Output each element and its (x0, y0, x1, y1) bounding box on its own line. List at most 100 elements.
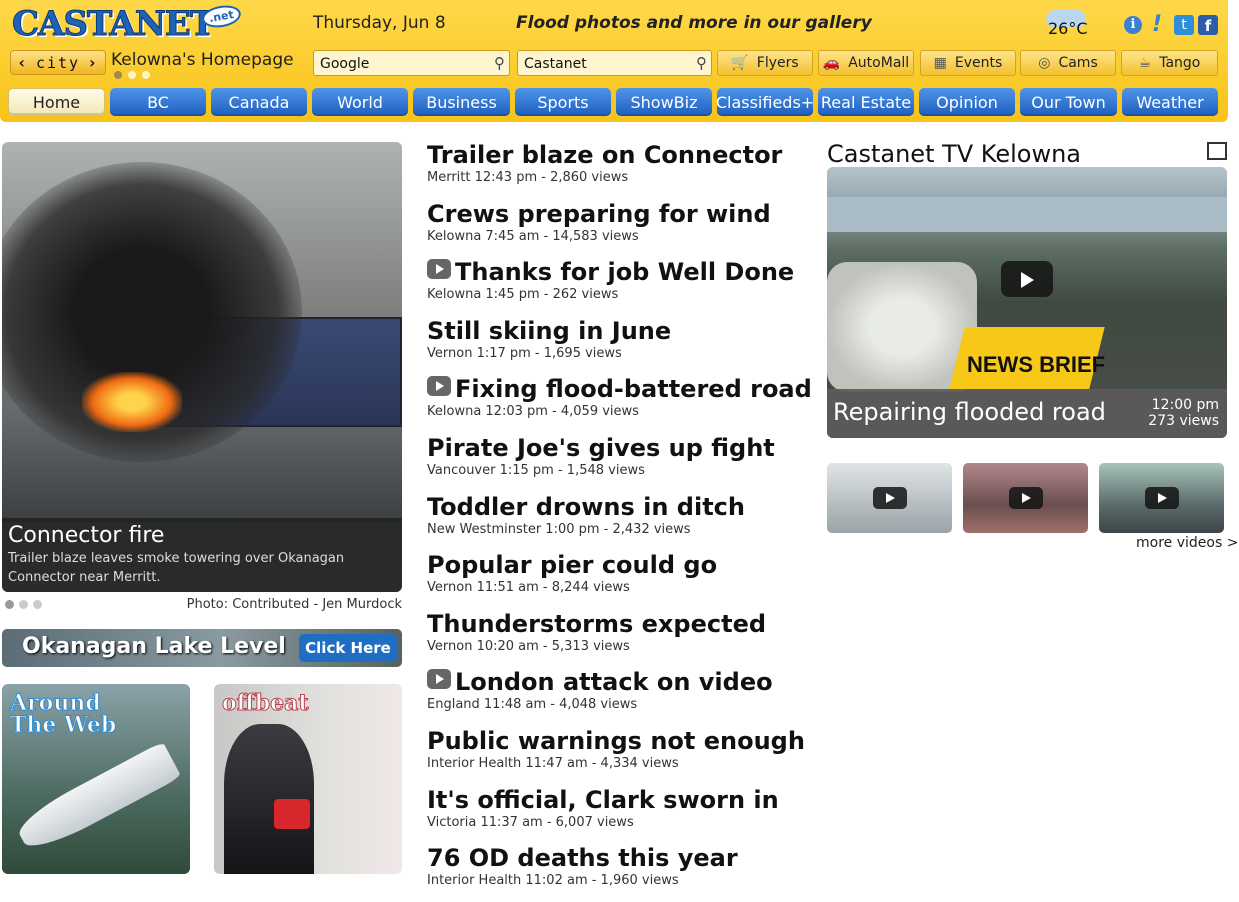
google-search-input[interactable]: Google ⚲ (313, 50, 510, 76)
headline-meta: Merritt 12:43 pm - 2,860 views (427, 170, 629, 185)
headline-item[interactable]: Trailer blaze on Connector Merritt 12:43 … (427, 140, 807, 199)
nav-real-estate[interactable]: Real Estate (818, 88, 914, 116)
headline-title[interactable]: It's official, Clark sworn in (427, 785, 807, 815)
nav-weather[interactable]: Weather (1122, 88, 1218, 116)
cams-button[interactable]: ◎ Cams (1020, 50, 1116, 76)
around-the-web-tile[interactable]: Around The Web (2, 684, 190, 874)
nav-canada[interactable]: Canada (211, 88, 307, 116)
play-icon[interactable] (1009, 487, 1043, 509)
nav-bc[interactable]: BC (110, 88, 206, 116)
headline-title[interactable]: Popular pier could go (427, 550, 807, 580)
nav-showbiz[interactable]: ShowBiz (616, 88, 712, 116)
headline-text: It's official, Clark sworn in (427, 785, 779, 814)
automall-button[interactable]: 🚗 AutoMall (818, 50, 914, 76)
chevron-right-icon[interactable]: › (87, 53, 99, 72)
pager-dot[interactable] (128, 71, 136, 79)
video-icon (427, 376, 451, 397)
video-icon (427, 259, 451, 280)
flyers-button[interactable]: 🛒 Flyers (717, 50, 813, 76)
pager-dot[interactable] (33, 600, 42, 609)
lake-level-banner[interactable]: Okanagan Lake Level Click Here (2, 629, 402, 667)
headline-item[interactable]: Crews preparing for wind Kelowna 7:45 am … (427, 199, 807, 258)
nav-world[interactable]: World (312, 88, 408, 116)
headline-title[interactable]: Crews preparing for wind (427, 199, 807, 229)
city-selector[interactable]: ‹ city › (10, 50, 106, 75)
headline-title[interactable]: Pirate Joe's gives up fight (427, 433, 807, 463)
automall-label: AutoMall (848, 55, 910, 71)
alert-icon[interactable]: ! (1152, 12, 1162, 37)
headline-meta: Interior Health 11:47 am - 4,334 views (427, 755, 679, 771)
play-icon[interactable] (873, 487, 907, 509)
headline-item[interactable]: Thunderstorms expected Vernon 10:20 am - … (427, 609, 807, 668)
headline-item[interactable]: Public warnings not enough Interior Healt… (427, 726, 807, 785)
headline-meta: New Westminster 1:00 pm - 2,432 views (427, 521, 691, 537)
headline-item[interactable]: Fixing flood-battered road Kelowna 12:03 … (427, 374, 812, 433)
hero-title[interactable]: Connector fire (8, 523, 396, 549)
city-pager[interactable] (114, 71, 150, 79)
play-icon[interactable] (1001, 261, 1053, 297)
pager-dot[interactable] (5, 600, 14, 609)
headline-item[interactable]: It's official, Clark sworn in Victoria 11… (427, 785, 807, 844)
car-icon: 🚗 (822, 55, 841, 71)
pager-dot[interactable] (19, 600, 28, 609)
expand-icon[interactable] (1207, 142, 1227, 160)
headline-title[interactable]: Thunderstorms expected (427, 609, 807, 639)
headline-item[interactable]: London attack on video England 11:48 am -… (427, 667, 807, 726)
chevron-left-icon[interactable]: ‹ (17, 53, 29, 72)
nav-business[interactable]: Business (413, 88, 510, 116)
homepage-link[interactable]: Kelowna's Homepage (111, 50, 294, 70)
google-search-label: Google (320, 56, 370, 72)
headline-text: Thanks for job Well Done (455, 258, 795, 287)
nav-classifieds[interactable]: Classifieds+ (716, 88, 814, 116)
weather-widget[interactable]: 26°C (1040, 10, 1110, 38)
nav-home[interactable]: Home (8, 88, 105, 116)
featured-video[interactable]: NEWS BRIEF Repairing flooded road 12:00 … (827, 167, 1227, 438)
headline-title[interactable]: Trailer blaze on Connector (427, 140, 807, 170)
headline-title[interactable]: Toddler drowns in ditch (427, 492, 807, 522)
twitter-icon[interactable]: t (1174, 15, 1194, 35)
hero-story[interactable]: Connector fire Trailer blaze leaves smok… (2, 142, 402, 592)
offbeat-label: offbeat (222, 690, 310, 716)
castanet-search-input[interactable]: Castanet ⚲ (517, 50, 712, 76)
headline-item[interactable]: Still skiing in June Vernon 1:17 pm - 1,6… (427, 316, 807, 375)
headline-title[interactable]: 76 OD deaths this year (427, 843, 807, 873)
play-icon[interactable] (1145, 487, 1179, 509)
tv-section-title: Castanet TV Kelowna (827, 140, 1082, 168)
search-icon[interactable]: ⚲ (494, 54, 505, 72)
offbeat-tile[interactable]: offbeat (214, 684, 402, 874)
headline-meta: Victoria 11:37 am - 6,007 views (427, 814, 634, 830)
headline-text: Toddler drowns in ditch (427, 492, 745, 521)
pager-dot[interactable] (142, 71, 150, 79)
lake-level-button[interactable]: Click Here (299, 634, 397, 662)
headline-item[interactable]: 76 OD deaths this year Interior Health 11… (427, 843, 807, 902)
headline-item[interactable]: Toddler drowns in ditch New Westminster 1… (427, 492, 807, 551)
headline-title[interactable]: London attack on video (427, 667, 807, 697)
headline-item[interactable]: Pirate Joe's gives up fight Vancouver 1:1… (427, 433, 807, 492)
video-caption: Repairing flooded road 12:00 pm 273 view… (827, 389, 1227, 438)
headline-item[interactable]: Popular pier could go Vernon 11:51 am - 8… (427, 550, 807, 609)
castanet-logo[interactable]: CASTANET .net (11, 2, 243, 45)
events-label: Events (954, 55, 1003, 71)
pager-dot[interactable] (114, 71, 122, 79)
gallery-promo-link[interactable]: Flood photos and more in our gallery (516, 13, 872, 33)
nav-sports[interactable]: Sports (515, 88, 611, 116)
more-videos-link[interactable]: more videos > (1136, 535, 1238, 551)
facebook-icon[interactable]: f (1198, 15, 1218, 35)
info-icon[interactable]: i (1124, 16, 1142, 34)
search-icon[interactable]: ⚲ (696, 54, 707, 72)
nav-opinion[interactable]: Opinion (919, 88, 1015, 116)
headline-title[interactable]: Public warnings not enough (427, 726, 807, 756)
hero-pager[interactable] (5, 600, 42, 609)
nav-our-town[interactable]: Our Town (1020, 88, 1117, 116)
video-thumbnail[interactable] (827, 463, 952, 533)
video-thumbnail[interactable] (963, 463, 1088, 533)
headline-title[interactable]: Thanks for job Well Done (427, 257, 807, 287)
headline-list: Trailer blaze on Connector Merritt 12:43 … (427, 140, 812, 902)
headline-title[interactable]: Fixing flood-battered road (427, 374, 812, 404)
events-button[interactable]: ▦ Events (920, 50, 1016, 76)
video-title[interactable]: Repairing flooded road (833, 398, 1106, 426)
headline-title[interactable]: Still skiing in June (427, 316, 807, 346)
tango-button[interactable]: ☕ Tango (1121, 50, 1218, 76)
headline-item[interactable]: Thanks for job Well Done Kelowna 1:45 pm … (427, 257, 807, 316)
video-thumbnail[interactable] (1099, 463, 1224, 533)
